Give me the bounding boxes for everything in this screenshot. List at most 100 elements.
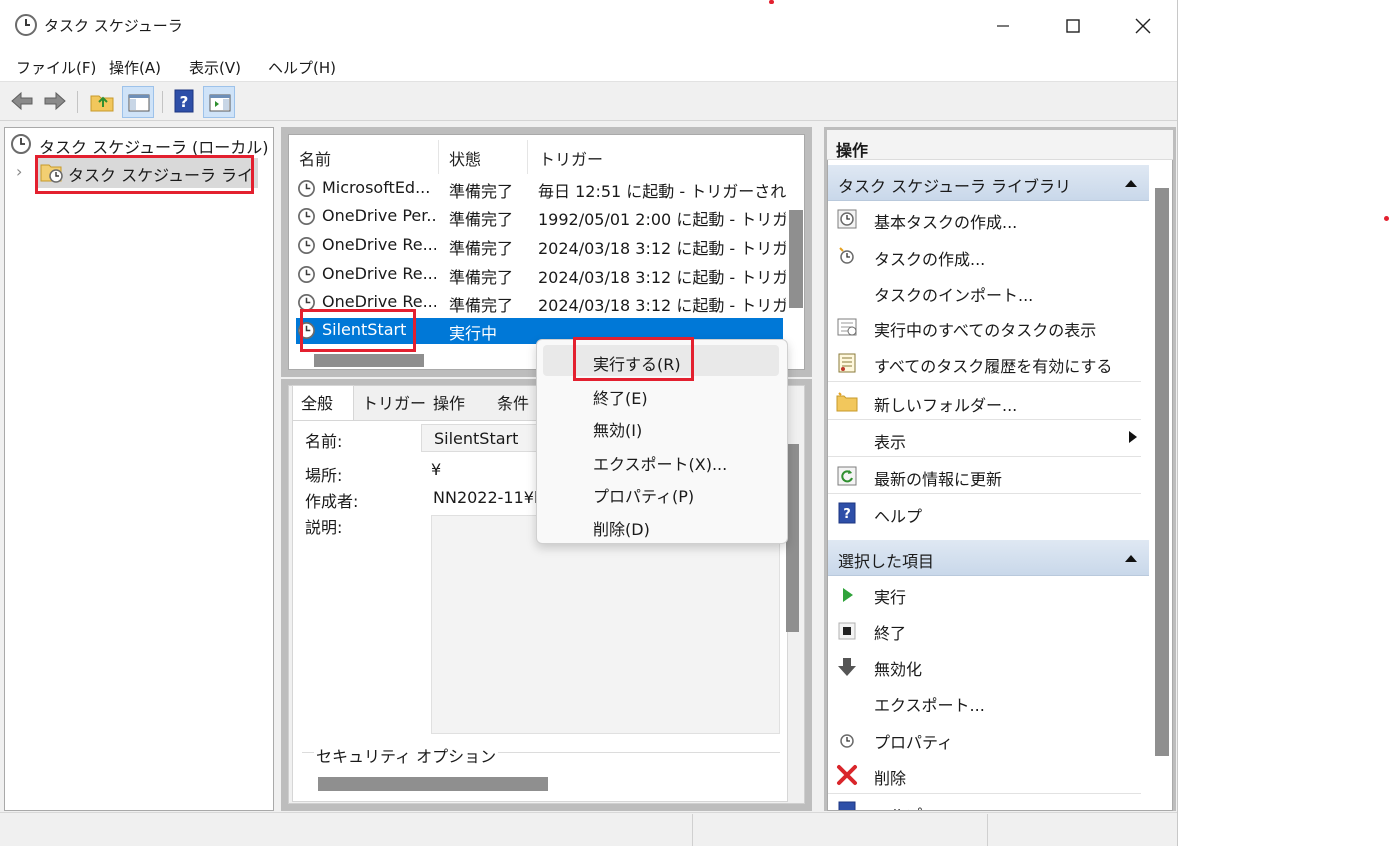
help-icon[interactable]: ? [171, 88, 197, 114]
action-create-basic-task[interactable]: 基本タスクの作成... [874, 209, 1017, 233]
status-separator [692, 814, 693, 846]
menu-help[interactable]: ヘルプ(H) [268, 57, 336, 78]
menu-action[interactable]: 操作(A) [109, 57, 161, 78]
delete-icon [837, 765, 857, 785]
action-enable-history[interactable]: すべてのタスク履歴を有効にする [874, 353, 1112, 377]
row-status: 準備完了 [449, 210, 514, 229]
action-import-task[interactable]: タスクのインポート... [874, 282, 1033, 306]
row-trigger: 2024/03/18 3:12 に起動 - トリガーさ [538, 268, 786, 287]
table-row[interactable]: OneDrive Per... 準備完了 1992/05/01 2:00 に起動… [296, 204, 786, 230]
task-scheduler-window: タスク スケジューラ ファイル(F) 操作(A) 表示(V) ヘルプ(H) ? … [0, 0, 1178, 846]
maximize-icon [1066, 19, 1080, 33]
section-header-selected-item[interactable]: 選択した項目 [828, 540, 1149, 576]
menu-view[interactable]: 表示(V) [189, 57, 241, 78]
highlight-box-run [573, 337, 694, 381]
action-export[interactable]: エクスポート... [874, 692, 985, 716]
show-hide-action-pane-icon [209, 94, 231, 112]
column-header-trigger[interactable]: トリガー [539, 146, 603, 170]
show-hide-console-tree-icon [128, 94, 150, 112]
create-task-icon [839, 247, 854, 264]
actions-vscroll-thumb[interactable] [1155, 188, 1169, 756]
svg-text:?: ? [843, 507, 851, 522]
tab-actions[interactable]: 操作 [433, 390, 465, 414]
console-tree-toggle[interactable] [122, 86, 154, 118]
disable-icon [838, 658, 856, 676]
task-list-vscroll-thumb[interactable] [789, 210, 803, 308]
tab-triggers[interactable]: トリガー [362, 390, 426, 414]
action-end[interactable]: 終了 [874, 620, 906, 644]
row-status: 準備完了 [449, 182, 514, 201]
clock-icon [298, 180, 315, 197]
action-run[interactable]: 実行 [874, 584, 906, 608]
toolbar-separator [162, 91, 163, 113]
table-row[interactable]: OneDrive Re... 準備完了 2024/03/18 3:12 に起動 … [296, 233, 786, 259]
help-icon: ? [838, 502, 856, 524]
menu-bar: ファイル(F) 操作(A) 表示(V) ヘルプ(H) [0, 52, 1177, 82]
refresh-icon [837, 466, 857, 486]
window-title: タスク スケジューラ [44, 17, 183, 35]
back-arrow-icon[interactable] [9, 88, 35, 114]
action-disable[interactable]: 無効化 [874, 656, 922, 680]
action-help[interactable]: ヘルプ [874, 503, 922, 527]
author-label: 作成者: [305, 492, 359, 511]
basic-task-icon [837, 209, 857, 229]
action-show-running-tasks[interactable]: 実行中のすべてのタスクの表示 [874, 317, 1096, 341]
tree-expander-chevron-icon[interactable]: › [16, 162, 22, 181]
action-help-selected[interactable]: ヘルプ [874, 802, 922, 810]
column-header-status[interactable]: 状態 [449, 146, 481, 170]
table-row[interactable]: OneDrive Re... 準備完了 2024/03/18 3:12 に起動 … [296, 262, 786, 288]
details-hscroll-thumb[interactable] [318, 777, 548, 791]
clock-icon [15, 14, 37, 36]
task-list-hscroll-thumb[interactable] [314, 354, 424, 367]
security-options-label: セキュリティ オプション [314, 743, 499, 767]
row-status: 準備完了 [449, 296, 514, 315]
tab-conditions[interactable]: 条件 [497, 390, 529, 414]
action-refresh[interactable]: 最新の情報に更新 [874, 466, 1002, 490]
section-header-library-label: タスク スケジューラ ライブラリ [838, 177, 1072, 196]
location-label: 場所: [305, 466, 343, 485]
console-tree-pane [4, 127, 274, 811]
row-status: 準備完了 [449, 268, 514, 287]
row-trigger: 2024/03/18 3:12 に起動 - トリガーさ [538, 239, 786, 258]
action-properties[interactable]: プロパティ [874, 729, 953, 753]
context-menu-delete[interactable]: 削除(D) [593, 516, 650, 540]
status-separator [987, 814, 988, 846]
menu-file[interactable]: ファイル(F) [16, 57, 96, 78]
author-value: NN2022-11¥k [433, 488, 537, 507]
row-name: OneDrive Per... [322, 206, 436, 225]
action-new-folder[interactable]: 新しいフォルダー... [874, 392, 1017, 416]
forward-arrow-icon[interactable] [42, 88, 68, 114]
history-icon [838, 353, 856, 373]
context-menu-end[interactable]: 終了(E) [593, 385, 648, 409]
clock-icon [298, 266, 315, 283]
action-delete[interactable]: 削除 [874, 765, 906, 789]
folder-up-icon[interactable] [89, 88, 115, 114]
close-button[interactable] [1108, 0, 1177, 52]
tab-general[interactable]: 全般 [301, 390, 333, 414]
row-trigger: 2024/03/18 3:12 に起動 - トリガーさ [538, 296, 786, 315]
row-name: OneDrive Re... [322, 264, 436, 283]
context-menu-properties[interactable]: プロパティ(P) [593, 483, 694, 507]
highlight-box-silentstart [300, 309, 416, 352]
clock-icon [11, 134, 31, 154]
action-view[interactable]: 表示 [874, 429, 906, 453]
table-row[interactable]: MicrosoftEd... 準備完了 毎日 12:51 に起動 - トリガーさ… [296, 176, 786, 202]
description-field[interactable] [431, 515, 780, 734]
annotation-dot [1384, 216, 1389, 221]
actions-title: 操作 [836, 141, 869, 160]
collapse-triangle-icon [1125, 555, 1137, 562]
maximize-button[interactable] [1038, 0, 1108, 52]
action-create-task[interactable]: タスクの作成... [874, 246, 985, 270]
new-folder-icon [836, 392, 858, 412]
action-separator [828, 456, 1141, 457]
section-header-selected-label: 選択した項目 [838, 552, 935, 571]
minimize-button[interactable] [968, 0, 1038, 52]
action-pane-toggle[interactable] [203, 86, 235, 118]
row-trigger: 1992/05/01 2:00 に起動 - トリガーさ [538, 210, 786, 229]
row-name: MicrosoftEd... [322, 178, 431, 197]
context-menu-export[interactable]: エクスポート(X)... [593, 451, 727, 475]
section-header-library[interactable]: タスク スケジューラ ライブラリ [828, 165, 1149, 201]
location-value: ¥ [431, 460, 442, 479]
context-menu-disable[interactable]: 無効(I) [593, 417, 642, 441]
column-header-name[interactable]: 名前 [299, 146, 331, 170]
